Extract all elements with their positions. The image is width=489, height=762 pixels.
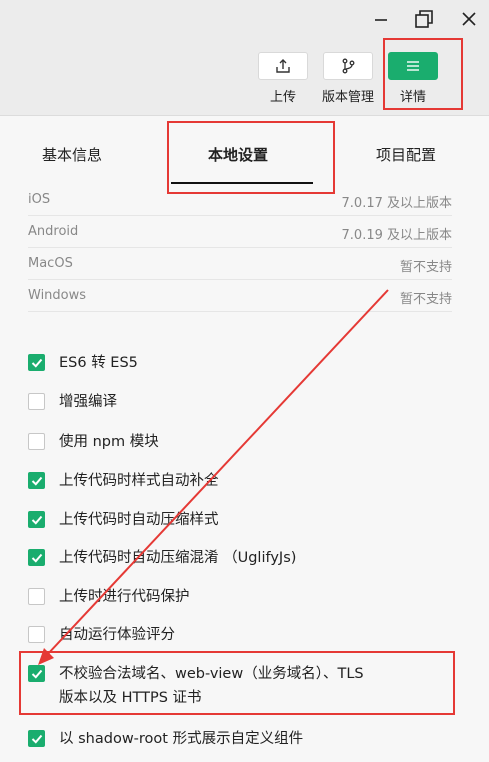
option-label: 以 shadow-root 形式展示自定义组件 — [59, 731, 304, 747]
version-row: Windows 暂不支持 — [28, 280, 452, 312]
checkbox[interactable] — [28, 511, 45, 528]
checkbox[interactable] — [28, 626, 45, 643]
top-toolbar: 上传 版本管理 详情 — [0, 0, 489, 116]
platform-support: 7.0.17 及以上版本 — [341, 196, 452, 211]
version-row: MacOS 暂不支持 — [28, 248, 452, 280]
platform-name: iOS — [28, 192, 51, 207]
checkbox[interactable] — [28, 393, 45, 410]
checkmark-icon — [31, 734, 43, 744]
option-label: 上传代码时自动压缩混淆 （UglifyJs) — [59, 550, 297, 566]
checkbox[interactable] — [28, 354, 45, 371]
option-label: 不校验合法域名、web-view（业务域名）、TLS — [59, 666, 364, 682]
platform-support: 暂不支持 — [399, 292, 452, 307]
upload-button[interactable]: 上传 — [257, 52, 309, 105]
close-icon[interactable] — [456, 6, 482, 32]
settings-tabs: 基本信息 本地设置 项目配置 — [0, 116, 489, 190]
platform-name: Windows — [28, 288, 87, 303]
checkbox[interactable] — [28, 588, 45, 605]
tab-project-config[interactable]: 项目配置 — [376, 144, 436, 165]
platform-support: 7.0.19 及以上版本 — [341, 228, 452, 243]
checkbox[interactable] — [28, 472, 45, 489]
option-label: ES6 转 ES5 — [59, 355, 138, 371]
option-label: 上传代码时样式自动补全 — [59, 473, 219, 489]
option-label: 自动运行体验评分 — [59, 627, 175, 643]
checkbox[interactable] — [28, 433, 45, 450]
branch-icon — [323, 52, 373, 80]
tab-local-settings[interactable]: 本地设置 — [208, 144, 268, 165]
checkmark-icon — [31, 515, 43, 525]
details-label: 详情 — [399, 90, 426, 105]
checkbox[interactable] — [28, 730, 45, 747]
details-button[interactable]: 详情 — [387, 52, 439, 105]
checkmark-icon — [31, 476, 43, 486]
checkmark-icon — [31, 358, 43, 368]
option-label: 上传代码时自动压缩样式 — [59, 512, 219, 528]
version-row: Android 7.0.19 及以上版本 — [28, 216, 452, 248]
restore-icon[interactable] — [411, 6, 437, 32]
version-row: iOS 7.0.17 及以上版本 — [28, 184, 452, 216]
menu-icon — [388, 52, 438, 80]
checkmark-icon — [31, 669, 43, 679]
checkbox[interactable] — [28, 665, 45, 682]
minimize-icon[interactable] — [368, 6, 394, 32]
version-management-button[interactable]: 版本管理 — [322, 52, 374, 105]
version-label: 版本管理 — [322, 90, 375, 105]
checkbox[interactable] — [28, 549, 45, 566]
option-label: 上传时进行代码保护 — [59, 589, 190, 605]
option-label: 使用 npm 模块 — [59, 434, 159, 450]
platform-support: 暂不支持 — [399, 260, 452, 275]
option-label-line2: 版本以及 HTTPS 证书 — [59, 690, 202, 706]
option-label: 增强编译 — [59, 394, 117, 410]
upload-label: 上传 — [269, 90, 296, 105]
platform-name: Android — [28, 224, 79, 239]
tab-basic-info[interactable]: 基本信息 — [42, 144, 102, 165]
upload-icon — [258, 52, 308, 80]
checkmark-icon — [31, 553, 43, 563]
platform-name: MacOS — [28, 256, 73, 271]
